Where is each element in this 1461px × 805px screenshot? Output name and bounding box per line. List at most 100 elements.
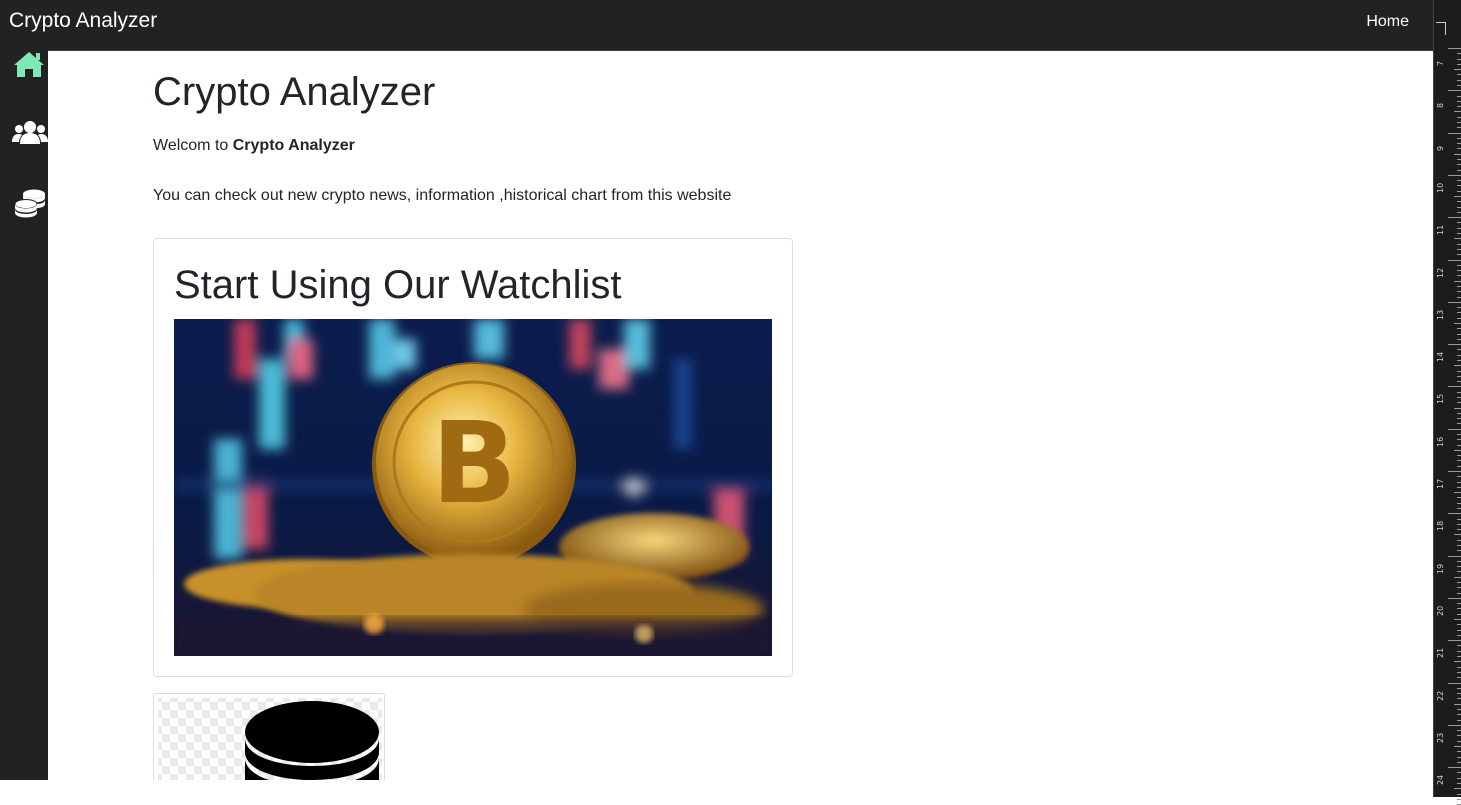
ruler-tick — [1457, 782, 1461, 784]
ruler-tick — [1448, 428, 1461, 430]
ruler-tick — [1454, 576, 1461, 578]
ruler-tick — [1457, 418, 1461, 420]
ruler-tick — [1448, 90, 1461, 92]
watchlist-card[interactable]: Start Using Our Watchlist B — [153, 238, 793, 677]
ruler-label: 22 — [1436, 690, 1445, 701]
watchlist-heading: Start Using Our Watchlist — [174, 263, 622, 307]
ruler-tick — [1457, 444, 1461, 446]
ruler-tick — [1457, 476, 1461, 478]
ruler-tick — [1457, 656, 1461, 658]
users-icon — [12, 121, 48, 144]
ruler-label: 23 — [1436, 732, 1445, 743]
sidebar-item-users[interactable] — [12, 120, 48, 156]
svg-text:B: B — [431, 399, 516, 529]
ruler-tick — [1457, 396, 1461, 398]
navbar-brand[interactable]: Crypto Analyzer — [9, 8, 157, 34]
bottom-strip — [0, 780, 1433, 797]
vertical-ruler: 7 8 9 10 11 12 13 14 15 16 17 18 19 20 21 22 23 24 — [1433, 0, 1461, 805]
nav-home-link[interactable]: Home — [1366, 12, 1409, 32]
ruler-tick — [1457, 545, 1461, 547]
ruler-tick — [1457, 85, 1461, 86]
ruler-label: 24 — [1436, 774, 1445, 786]
ruler-tick — [1457, 708, 1461, 710]
ruler-tick — [1457, 169, 1461, 171]
ruler-tick — [1457, 143, 1461, 145]
ruler-tick — [1457, 433, 1461, 435]
ruler-tick — [1457, 455, 1461, 457]
ruler-tick — [1457, 100, 1461, 102]
ruler-tick — [1457, 465, 1461, 467]
ruler-tick — [1457, 687, 1461, 689]
ruler-tick — [1454, 619, 1461, 621]
ruler-tick — [1457, 264, 1461, 266]
ruler-tick — [1457, 275, 1461, 277]
ruler-tick — [1457, 370, 1461, 372]
ruler-tick — [1454, 238, 1461, 240]
ruler-tick — [1448, 682, 1461, 684]
ruler-label: 18 — [1436, 521, 1445, 532]
ruler-tick — [1457, 608, 1461, 610]
ruler-tick — [1457, 359, 1461, 361]
ruler-tick — [1457, 523, 1461, 525]
ruler-label: 7 — [1436, 60, 1445, 66]
sidebar-item-home[interactable] — [13, 50, 49, 86]
ruler-tick — [1454, 788, 1461, 790]
ruler-tick — [1457, 248, 1461, 250]
ruler-tick — [1457, 740, 1461, 742]
ruler-tick — [1457, 95, 1461, 97]
ruler-tick — [1457, 751, 1461, 753]
ruler-tick — [1457, 613, 1461, 615]
ruler-tick — [1457, 497, 1461, 499]
ruler-tick — [1457, 243, 1461, 245]
ruler-tick — [1457, 74, 1461, 76]
ruler-tick — [1457, 307, 1461, 309]
ruler-tick — [1457, 439, 1461, 441]
ruler-tick — [1457, 211, 1461, 213]
ruler-tick — [1457, 354, 1461, 356]
ruler-label: 9 — [1436, 145, 1445, 151]
ruler-tick — [1457, 481, 1461, 483]
ruler-label: 15 — [1436, 394, 1445, 405]
ruler-tick — [1457, 127, 1461, 129]
ruler-tick — [1457, 148, 1461, 150]
ruler-tick — [1457, 122, 1461, 124]
ruler-tick — [1457, 206, 1461, 208]
welcome-text: Welcom to Crypto Analyzer — [153, 136, 355, 156]
ruler-tick — [1457, 270, 1461, 272]
ruler-tick — [1457, 254, 1461, 256]
ruler-tick — [1457, 772, 1461, 774]
sidebar-item-coins[interactable] — [14, 188, 50, 224]
ruler-label: 14 — [1436, 351, 1445, 363]
ruler-tick — [1457, 486, 1461, 488]
page-title: Crypto Analyzer — [153, 70, 436, 114]
ruler-tick — [1457, 730, 1461, 732]
ruler-tick — [1457, 719, 1461, 721]
ruler-label: 12 — [1436, 267, 1445, 278]
ruler-tick — [1448, 640, 1461, 642]
ruler-tick — [1457, 571, 1461, 573]
ruler-tick — [1457, 185, 1461, 187]
description-text: You can check out new crypto news, infor… — [153, 187, 732, 204]
ruler-label: 8 — [1436, 103, 1445, 109]
ruler-tick — [1457, 53, 1461, 55]
ruler-tick — [1457, 312, 1461, 314]
ruler-tick — [1457, 735, 1461, 737]
ruler-corner-icon — [1436, 22, 1446, 35]
ruler-tick — [1448, 513, 1461, 515]
ruler-tick — [1454, 449, 1461, 451]
ruler-tick — [1457, 671, 1461, 673]
ruler-tick — [1457, 328, 1461, 330]
ruler-tick — [1457, 233, 1461, 235]
ruler-tick — [1457, 603, 1461, 605]
ruler-tick — [1454, 407, 1461, 409]
ruler-tick — [1457, 222, 1461, 224]
ruler-tick — [1448, 386, 1461, 388]
ruler-tick — [1457, 116, 1461, 118]
ruler-tick — [1454, 280, 1461, 282]
ruler-tick — [1448, 217, 1461, 219]
ruler-tick — [1457, 550, 1461, 552]
ruler-tick — [1448, 48, 1461, 49]
ruler-tick — [1457, 58, 1461, 60]
ruler-tick — [1457, 159, 1461, 161]
ruler-label: 17 — [1436, 478, 1445, 489]
